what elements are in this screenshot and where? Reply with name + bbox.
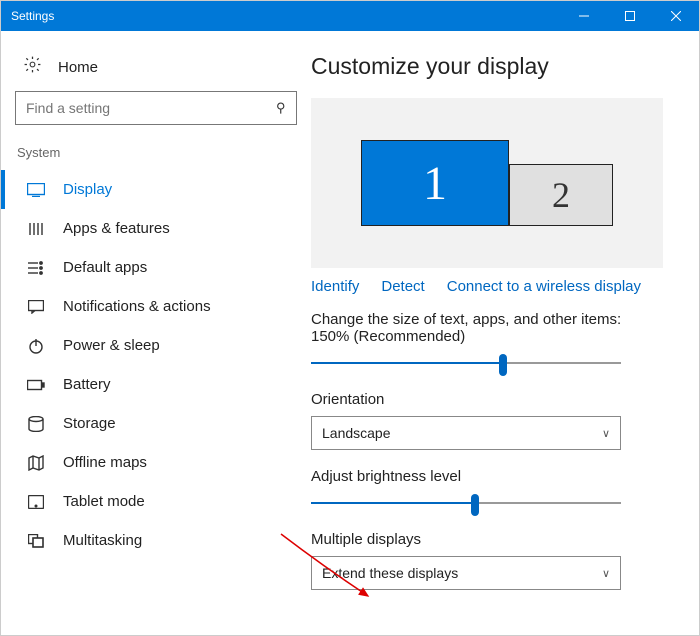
window-title: Settings [11,9,561,23]
display-links: Identify Detect Connect to a wireless di… [311,278,663,295]
multiple-displays-value: Extend these displays [322,565,458,581]
sidebar-item-apps[interactable]: Apps & features [1,209,297,248]
nav-label: Notifications & actions [63,298,211,315]
close-button[interactable] [653,1,699,31]
nav-label: Tablet mode [63,493,145,510]
sidebar-item-power[interactable]: Power & sleep [1,326,297,365]
page-title: Customize your display [311,53,663,80]
detect-link[interactable]: Detect [381,278,424,295]
window-controls [561,1,699,31]
nav-label: Power & sleep [63,337,160,354]
home-label: Home [58,59,98,76]
multiple-displays-label: Multiple displays [311,531,663,548]
multiple-displays-select[interactable]: Extend these displays ∨ [311,556,621,590]
apps-icon [27,221,45,237]
main-panel: Customize your display 1 2 Identify Dete… [311,31,699,635]
search-field[interactable] [26,100,276,116]
maximize-button[interactable] [607,1,653,31]
brightness-slider[interactable] [311,493,621,513]
nav-label: Offline maps [63,454,147,471]
sidebar-item-notifications[interactable]: Notifications & actions [1,287,297,326]
sidebar-item-battery[interactable]: Battery [1,365,297,404]
display-preview[interactable]: 1 2 [311,98,663,268]
minimize-button[interactable] [561,1,607,31]
identify-link[interactable]: Identify [311,278,359,295]
group-label: System [15,143,297,170]
orientation-select[interactable]: Landscape ∨ [311,416,621,450]
nav-label: Storage [63,415,116,432]
scale-label: Change the size of text, apps, and other… [311,311,663,345]
display-icon [27,183,45,197]
home-button[interactable]: Home [15,45,297,91]
notifications-icon [27,300,45,314]
orientation-value: Landscape [322,425,391,441]
maps-icon [27,455,45,471]
wireless-display-link[interactable]: Connect to a wireless display [447,278,641,295]
monitor-2[interactable]: 2 [509,164,613,226]
search-input[interactable]: ⚲ [15,91,297,125]
nav-label: Battery [63,376,111,393]
storage-icon [27,416,45,432]
chevron-down-icon: ∨ [602,567,610,580]
multitasking-icon [27,534,45,548]
monitor-1[interactable]: 1 [361,140,509,226]
sidebar-item-maps[interactable]: Offline maps [1,443,297,482]
sidebar-item-display[interactable]: Display [1,170,297,209]
scale-slider-fill [311,362,503,364]
chevron-down-icon: ∨ [602,427,610,440]
sidebar-item-default-apps[interactable]: Default apps [1,248,297,287]
titlebar: Settings [1,1,699,31]
sidebar: Home ⚲ System Display Apps & features De… [1,31,311,635]
default-apps-icon [27,260,45,276]
power-icon [27,338,45,354]
brightness-slider-fill [311,502,475,504]
brightness-slider-thumb[interactable] [471,494,479,516]
sidebar-item-multitasking[interactable]: Multitasking [1,521,297,560]
brightness-label: Adjust brightness level [311,468,663,485]
search-icon: ⚲ [276,100,286,116]
tablet-icon [27,495,45,509]
nav-label: Multitasking [63,532,142,549]
scale-slider[interactable] [311,353,621,373]
nav-label: Apps & features [63,220,170,237]
gear-icon [23,55,42,79]
nav-label: Default apps [63,259,147,276]
sidebar-item-tablet[interactable]: Tablet mode [1,482,297,521]
nav-label: Display [63,181,112,198]
sidebar-item-storage[interactable]: Storage [1,404,297,443]
scale-slider-thumb[interactable] [499,354,507,376]
battery-icon [27,379,45,391]
orientation-label: Orientation [311,391,663,408]
